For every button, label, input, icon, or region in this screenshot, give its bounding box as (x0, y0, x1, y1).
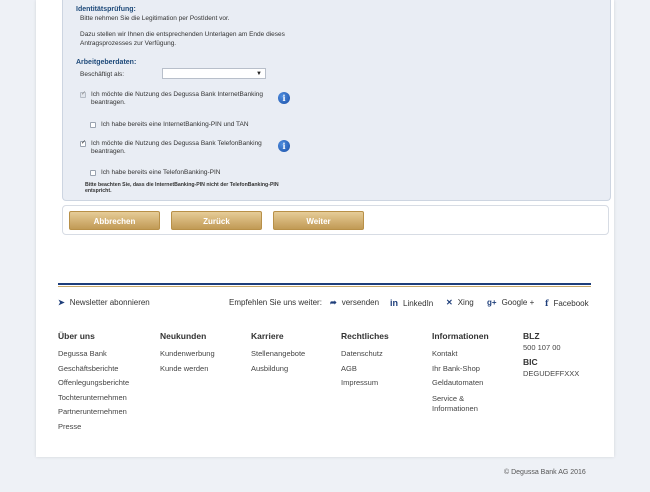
internetbanking-label: Ich möchte die Nutzung des Degussa Bank … (91, 91, 263, 98)
blz-label: BLZ (523, 331, 540, 341)
xing-label: Xing (457, 298, 474, 307)
page-container: Identitätsprüfung: Bitte nehmen Sie die … (36, 0, 614, 457)
footer-link[interactable]: Geschäftsberichte (58, 362, 129, 377)
xing-link[interactable]: ✕ Xing (446, 298, 474, 307)
footer-link[interactable]: Kundenwerbung (160, 347, 215, 362)
footer-heading: Über uns (58, 331, 95, 341)
recommend-label: Empfehlen Sie uns weiter: (229, 298, 322, 307)
telefon-pin-checkbox[interactable] (90, 170, 96, 176)
footer-col-karriere: Karriere Stellenangebote Ausbildung (251, 331, 305, 376)
button-bar: Abbrechen Zurück Weiter (62, 205, 609, 235)
send-label: versenden (341, 298, 380, 307)
newsletter-link[interactable]: ➤ Newsletter abonnieren (58, 298, 150, 307)
newsletter-label: Newsletter abonnieren (69, 298, 150, 307)
telefonbanking-label: Ich möchte die Nutzung des Degussa Bank … (91, 140, 262, 147)
footer-col-ueber: Über uns Degussa Bank Geschäftsberichte … (58, 331, 129, 435)
footer-heading: Neukunden (160, 331, 207, 341)
footer-heading: Rechtliches (341, 331, 389, 341)
footer-heading: Karriere (251, 331, 284, 341)
footer-divider-navy (58, 283, 591, 285)
footer-link[interactable]: Service & (432, 394, 489, 403)
chevron-down-icon: ▼ (256, 71, 262, 77)
facebook-link[interactable]: f Facebook (545, 298, 589, 308)
telefonbanking-label-b: beantragen. (91, 148, 126, 155)
footer-divider-gold (58, 286, 591, 287)
paper-plane-icon: ➤ (58, 298, 65, 307)
identity-text: Bitte nehmen Sie die Legitimation per Po… (80, 15, 230, 22)
footer-link[interactable]: AGB (341, 362, 389, 377)
facebook-label: Facebook (553, 298, 589, 308)
footer-link[interactable]: Kontakt (432, 347, 489, 362)
footer-link[interactable]: Datenschutz (341, 347, 389, 362)
info-icon-telefonbanking[interactable]: i (278, 140, 290, 152)
footer-heading: Informationen (432, 331, 489, 341)
facebook-icon: f (545, 298, 549, 308)
pin-note-b: entspricht. (85, 188, 112, 194)
internet-pin-checkbox[interactable] (90, 122, 96, 128)
footer-link[interactable]: Ausbildung (251, 362, 305, 377)
share-arrow-icon: ➦ (330, 298, 337, 307)
pin-note: Bitte beachten Sie, dass die InternetBan… (85, 182, 279, 188)
footer-link[interactable]: Impressum (341, 376, 389, 391)
google-plus-link[interactable]: g+ Google + (487, 298, 534, 307)
bic-label: BIC (523, 357, 538, 367)
identity-section-title: Identitätsprüfung: (76, 6, 136, 13)
footer-col-bank-data: BLZ 500 107 00 BIC DEGUDEFFXXX (523, 331, 579, 379)
linkedin-icon: in (390, 298, 398, 308)
telefon-pin-label: Ich habe bereits eine TelefonBanking-PIN (101, 169, 221, 176)
internet-pin-label: Ich habe bereits eine InternetBanking-PI… (101, 121, 249, 128)
employed-select[interactable]: ▼ (162, 68, 266, 79)
copyright-text: © Degussa Bank AG 2016 (504, 469, 586, 476)
identity-text-2a: Dazu stellen wir Ihnen die entsprechende… (80, 31, 285, 38)
footer-link[interactable]: Stellenangebote (251, 347, 305, 362)
footer-col-informationen: Informationen Kontakt Ihr Bank-Shop Geld… (432, 331, 489, 414)
xing-icon: ✕ (446, 298, 453, 307)
google-plus-icon: g+ (487, 298, 497, 307)
back-button[interactable]: Zurück (171, 211, 262, 230)
internetbanking-label-b: beantragen. (91, 99, 126, 106)
google-plus-label: Google + (501, 298, 535, 307)
info-icon-internetbanking[interactable]: i (278, 92, 290, 104)
footer-link[interactable]: Offenlegungsberichte (58, 376, 129, 391)
linkedin-link[interactable]: in LinkedIn (390, 298, 433, 308)
footer-col-neukunden: Neukunden Kundenwerbung Kunde werden (160, 331, 215, 376)
footer-link[interactable]: Presse (58, 420, 129, 435)
cancel-button[interactable]: Abbrechen (69, 211, 160, 230)
linkedin-label: LinkedIn (403, 298, 434, 308)
footer-link[interactable]: Ihr Bank-Shop (432, 362, 489, 377)
employer-section-title: Arbeitgeberdaten: (76, 59, 137, 66)
send-link[interactable]: ➦ versenden (330, 298, 379, 307)
identity-text-2b: Antragsprozesses zur Verfügung. (80, 40, 177, 47)
next-button[interactable]: Weiter (273, 211, 364, 230)
blz-value: 500 107 00 (523, 343, 561, 352)
bic-value: DEGUDEFFXXX (523, 369, 580, 378)
footer-link[interactable]: Tochterunternehmen (58, 391, 129, 406)
employed-label: Beschäftigt als: (80, 71, 125, 78)
footer-link[interactable]: Geldautomaten (432, 376, 489, 391)
telefonbanking-checkbox[interactable] (80, 139, 86, 147)
internetbanking-checkbox[interactable] (80, 90, 86, 98)
footer-col-rechtliches: Rechtliches Datenschutz AGB Impressum (341, 331, 389, 391)
application-form-panel: Identitätsprüfung: Bitte nehmen Sie die … (62, 0, 611, 201)
footer-link[interactable]: Informationen (432, 403, 489, 414)
footer-link[interactable]: Partnerunternehmen (58, 405, 129, 420)
footer-link[interactable]: Degussa Bank (58, 347, 129, 362)
footer-link[interactable]: Kunde werden (160, 362, 215, 377)
